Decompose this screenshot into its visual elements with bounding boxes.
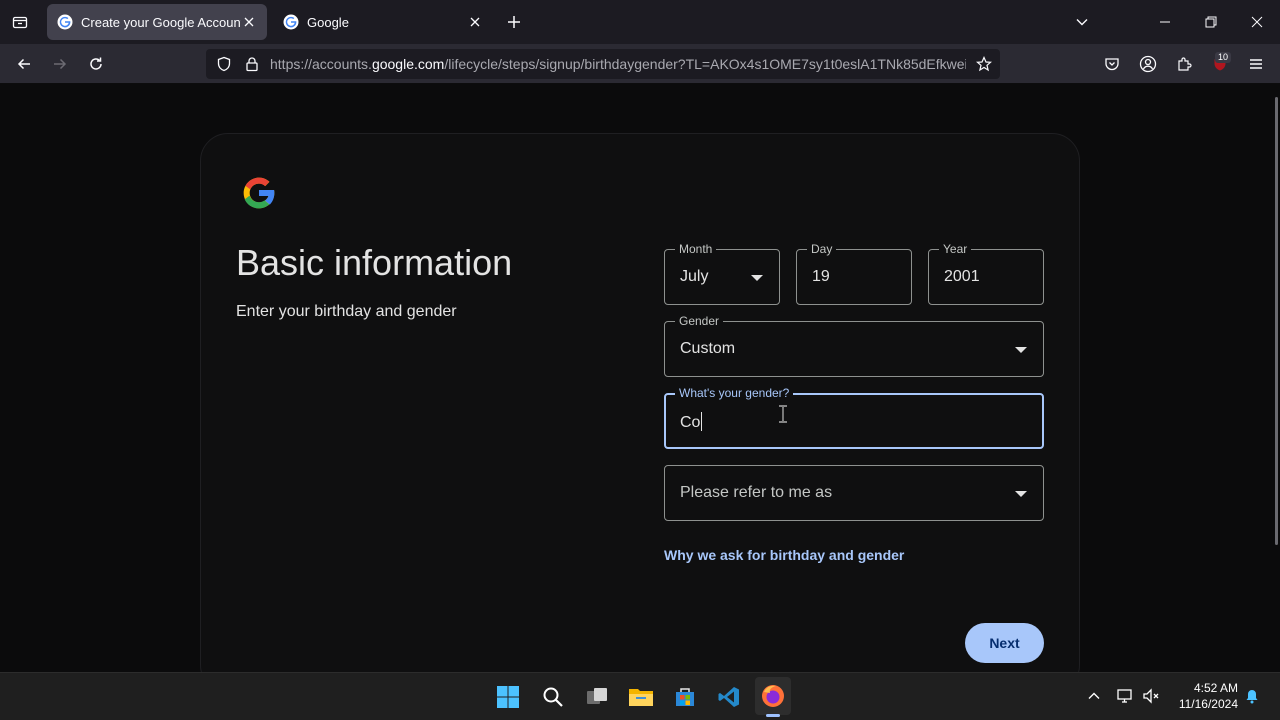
clock-time: 4:52 AM: [1193, 681, 1238, 695]
mouse-ibeam-cursor-icon: [779, 405, 787, 423]
forward-arrow-icon[interactable]: [48, 52, 72, 76]
close-window-icon[interactable]: [1245, 10, 1269, 34]
taskbar-clock[interactable]: 4:52 AM 11/16/2024: [1168, 680, 1238, 712]
dropdown-arrow-icon: [1015, 347, 1027, 353]
extension-count-badge: 10: [1215, 52, 1232, 63]
menu-hamburger-icon[interactable]: [1244, 52, 1268, 76]
why-birthday-gender-link[interactable]: Why we ask for birthday and gender: [664, 547, 904, 563]
page-subtitle: Enter your birthday and gender: [236, 303, 457, 320]
tab-create-google-account[interactable]: Create your Google Account: [47, 4, 267, 40]
pronoun-select[interactable]: Please refer to me as: [664, 465, 1044, 521]
browser-tab-strip: Create your Google Account Google: [0, 0, 1280, 44]
google-g-logo-icon: [243, 177, 276, 209]
search-icon[interactable]: [539, 683, 567, 711]
running-indicator: [766, 714, 780, 717]
dropdown-arrow-icon: [751, 275, 763, 281]
custom-gender-input[interactable]: What's your gender? Co: [664, 385, 1044, 449]
gender-value: Custom: [680, 340, 736, 357]
volume-muted-icon[interactable]: [1141, 686, 1161, 706]
custom-gender-label: What's your gender?: [675, 385, 794, 401]
reload-icon[interactable]: [84, 52, 108, 76]
restore-icon[interactable]: [1199, 10, 1223, 34]
bookmark-star-icon[interactable]: [976, 56, 992, 72]
tab-title: Google: [307, 14, 349, 30]
year-input[interactable]: Year 2001: [928, 241, 1044, 305]
url-bar[interactable]: https://accounts.google.com/lifecycle/st…: [206, 49, 1000, 79]
firefox-icon[interactable]: [759, 682, 787, 710]
network-icon[interactable]: [1115, 686, 1135, 706]
account-icon[interactable]: [1136, 52, 1160, 76]
month-select[interactable]: Month July: [664, 241, 780, 305]
tab-list-icon[interactable]: [8, 10, 32, 34]
gender-select[interactable]: Gender Custom: [664, 313, 1044, 377]
minimize-icon[interactable]: [1153, 10, 1177, 34]
tab-google[interactable]: Google: [273, 4, 493, 40]
close-tab-icon[interactable]: [241, 14, 257, 30]
windows-start-icon[interactable]: [494, 683, 522, 711]
dropdown-arrow-icon: [1015, 491, 1027, 497]
pronoun-placeholder: Please refer to me as: [680, 484, 833, 501]
pocket-icon[interactable]: [1100, 52, 1124, 76]
clock-date: 11/16/2024: [1178, 697, 1238, 711]
lock-icon[interactable]: [244, 56, 260, 72]
new-tab-plus-icon[interactable]: [503, 11, 525, 33]
notification-bell-icon[interactable]: [1242, 686, 1262, 706]
back-arrow-icon[interactable]: [12, 52, 36, 76]
year-label: Year: [939, 241, 972, 257]
google-favicon-icon: [57, 14, 73, 30]
text-caret: [701, 412, 703, 431]
day-input[interactable]: Day 19: [796, 241, 912, 305]
shield-icon[interactable]: [216, 56, 232, 72]
show-hidden-icons-chevron-icon[interactable]: [1084, 686, 1104, 706]
custom-gender-value: Co: [680, 412, 703, 431]
extensions-icon[interactable]: [1172, 52, 1196, 76]
list-all-tabs-chevron-icon[interactable]: [1070, 10, 1094, 34]
url-text[interactable]: https://accounts.google.com/lifecycle/st…: [270, 56, 966, 72]
google-favicon-icon: [283, 14, 299, 30]
day-value: 19: [812, 268, 830, 285]
microsoft-store-icon[interactable]: [671, 683, 699, 711]
month-value: July: [680, 268, 709, 285]
file-explorer-icon[interactable]: [627, 683, 655, 711]
page-scrollbar[interactable]: [1275, 97, 1278, 545]
next-button[interactable]: Next: [965, 623, 1044, 663]
task-view-icon[interactable]: [583, 683, 611, 711]
tab-title: Create your Google Account: [81, 14, 241, 30]
year-value: 2001: [944, 268, 980, 285]
close-tab-icon[interactable]: [467, 14, 483, 30]
vscode-icon[interactable]: [715, 683, 743, 711]
month-label: Month: [675, 241, 717, 257]
gender-label: Gender: [675, 313, 724, 329]
day-label: Day: [807, 241, 837, 257]
page-title: Basic information: [236, 242, 513, 283]
browser-nav-bar: https://accounts.google.com/lifecycle/st…: [0, 44, 1280, 84]
